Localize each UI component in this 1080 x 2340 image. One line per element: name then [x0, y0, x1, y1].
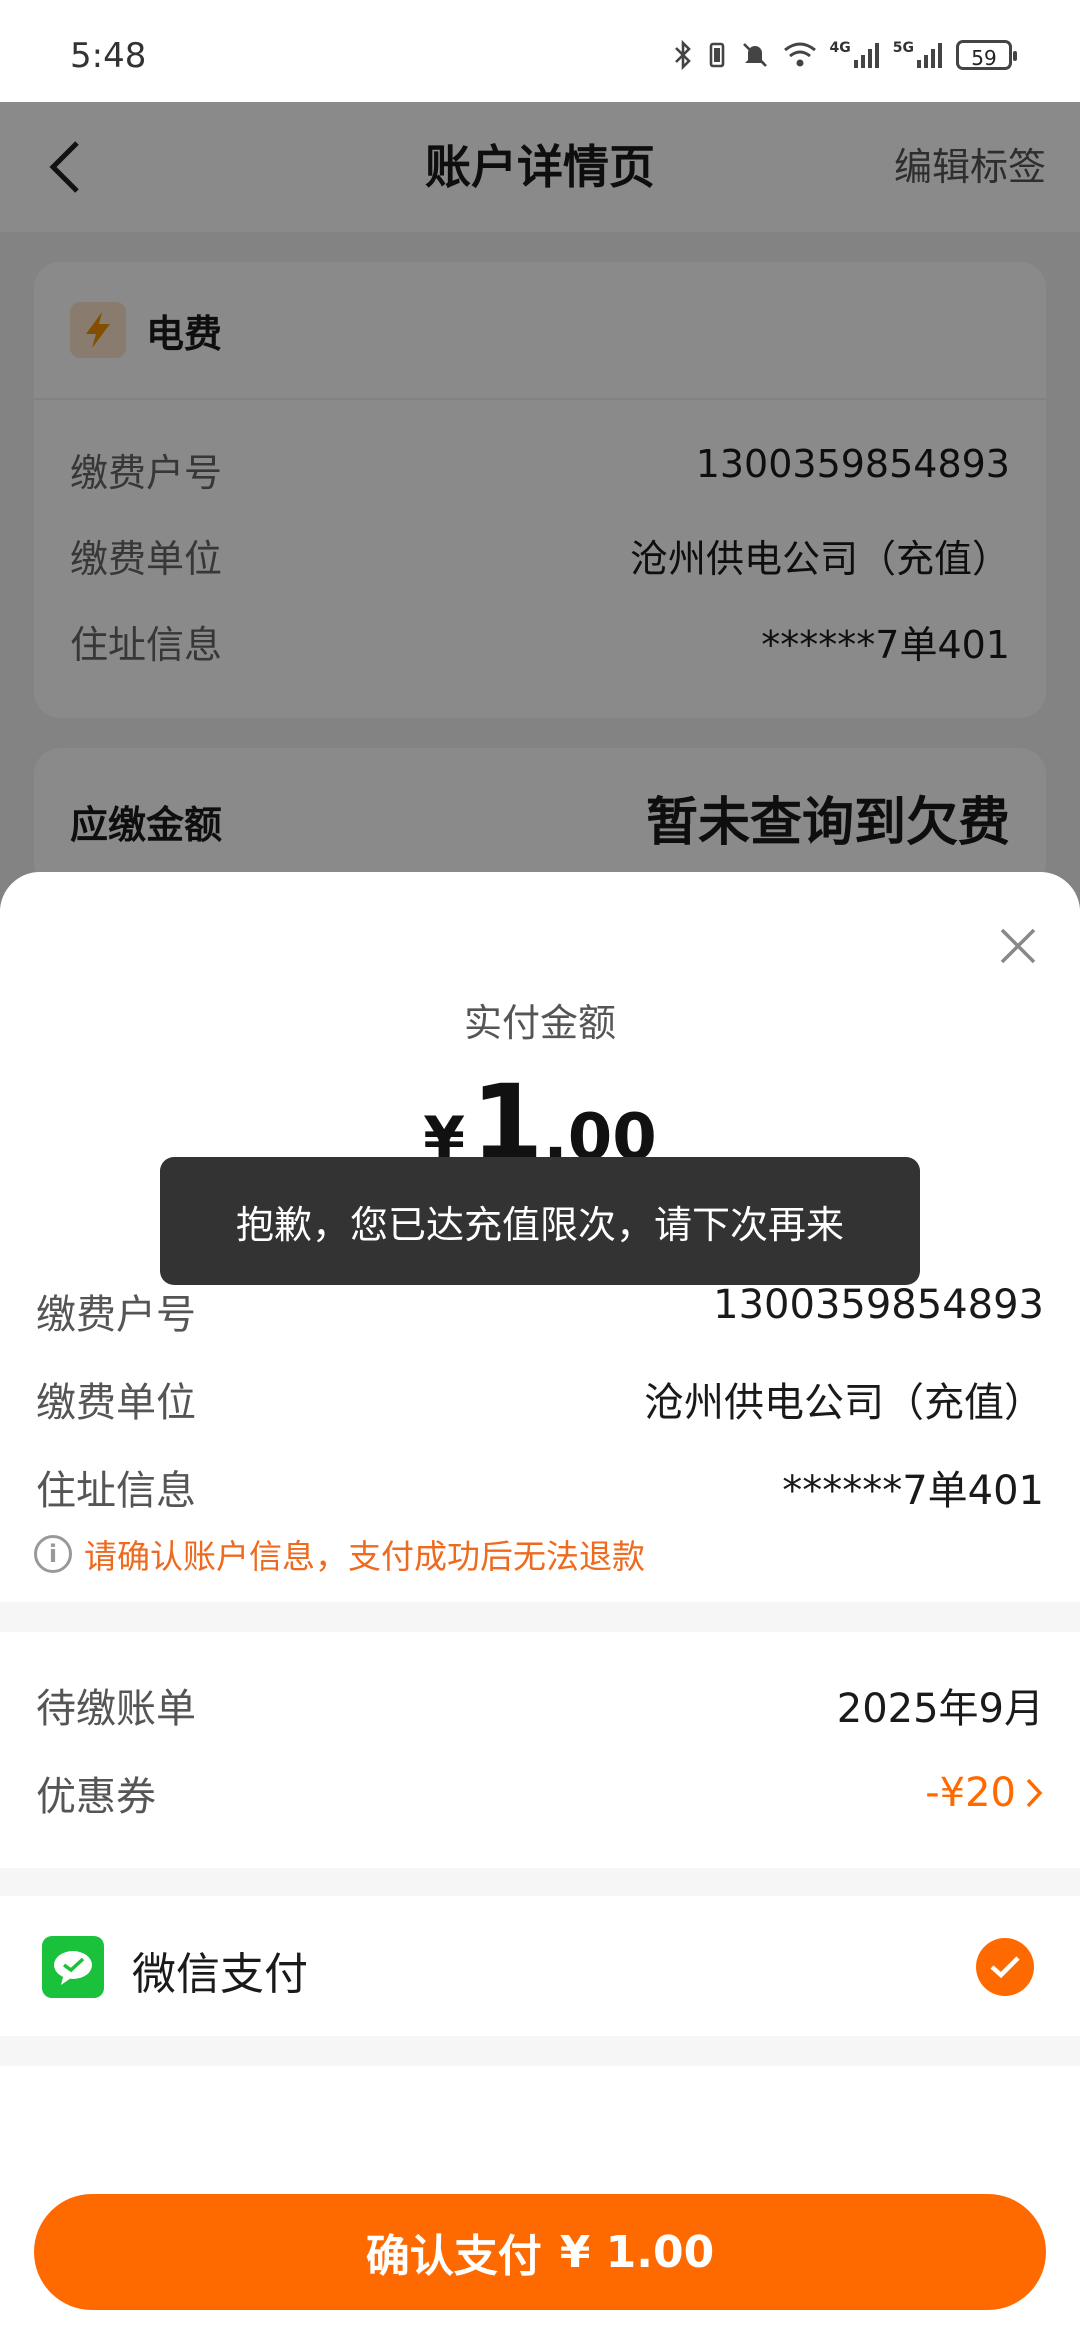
- info-icon: i: [34, 1535, 72, 1573]
- coupon-value[interactable]: -¥20: [925, 1764, 1044, 1822]
- chevron-right-icon: [1026, 1778, 1043, 1808]
- vibrate-icon: [706, 40, 728, 70]
- sheet-account-number-row: 缴费户号 1300359854893: [36, 1282, 1044, 1338]
- pay-amount-label: 实付金额: [463, 1001, 616, 1045]
- wechat-pay-icon: [42, 1936, 104, 1998]
- sheet-address-row: 住址信息 ******7单401: [36, 1468, 1044, 1514]
- battery-icon: 59: [956, 40, 1017, 70]
- wifi-icon: [782, 40, 818, 70]
- close-icon: [1000, 928, 1036, 964]
- check-icon[interactable]: [976, 1938, 1034, 1996]
- close-button[interactable]: [990, 918, 1046, 974]
- payment-sheet: 实付金额 ¥1.00 缴费户号 1300359854893 缴费单位 沧州供电公…: [0, 872, 1080, 2340]
- sheet-payment-unit-row: 缴费单位 沧州供电公司（充值）: [36, 1380, 1044, 1426]
- mute-icon: [740, 40, 770, 70]
- bill-section: 待缴账单 2025年9月 优惠券 -¥20: [0, 1632, 1080, 1868]
- bluetooth-icon: [672, 40, 694, 70]
- page: 5:48 4G 5G 59 账户详情页 编辑标签 电费 缴费户号 1300359…: [0, 0, 1080, 2340]
- refund-warning: i 请确认账户信息，支付成功后无法退款: [34, 1530, 645, 1578]
- status-bar: 5:48 4G 5G 59: [0, 0, 1080, 102]
- status-time: 5:48: [70, 36, 147, 76]
- pending-bill-row: 待缴账单 2025年9月: [36, 1686, 1044, 1732]
- signal-4g-icon: 4G: [830, 40, 881, 70]
- signal-5g-icon: 5G: [893, 40, 944, 70]
- confirm-pay-button[interactable]: 确认支付 ¥ 1.00: [34, 2194, 1046, 2310]
- payment-method-label: 微信支付: [132, 1949, 308, 2000]
- payment-method-row[interactable]: 微信支付: [0, 1896, 1080, 2036]
- toast-message: 抱歉，您已达充值限次，请下次再来: [160, 1157, 920, 1285]
- coupon-row[interactable]: 优惠券 -¥20: [36, 1764, 1044, 1822]
- status-icons: 4G 5G 59: [672, 40, 1017, 70]
